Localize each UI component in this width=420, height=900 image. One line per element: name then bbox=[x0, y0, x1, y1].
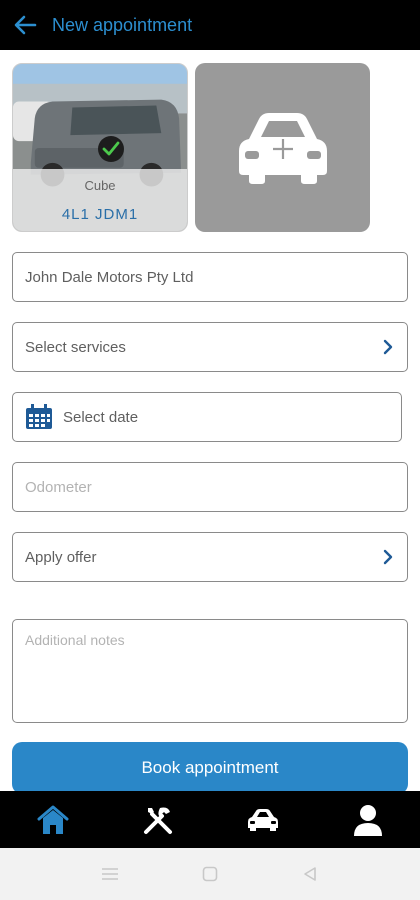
car-add-icon bbox=[238, 112, 327, 184]
system-back-button[interactable] bbox=[260, 866, 360, 882]
vehicle-plate: 4L1 JDM1 bbox=[61, 206, 139, 223]
square-icon bbox=[202, 866, 218, 882]
menu-lines-icon bbox=[102, 868, 118, 880]
system-navigation-bar bbox=[0, 848, 420, 900]
home-icon bbox=[37, 805, 68, 834]
system-menu-button[interactable] bbox=[60, 867, 160, 881]
vehicle-card[interactable]: Cube 4L1 JDM1 bbox=[12, 63, 188, 232]
select-services-label: Select services bbox=[25, 338, 126, 356]
nav-home[interactable] bbox=[0, 791, 105, 848]
select-date-field[interactable]: Select date bbox=[12, 392, 402, 442]
nav-vehicles[interactable] bbox=[210, 791, 315, 848]
additional-notes-placeholder: Additional notes bbox=[25, 632, 125, 648]
workshop-value: John Dale Motors Pty Ltd bbox=[25, 268, 194, 286]
triangle-back-icon bbox=[304, 867, 316, 881]
bottom-navigation bbox=[0, 791, 420, 848]
car-icon bbox=[247, 808, 278, 831]
system-home-button[interactable] bbox=[160, 866, 260, 882]
workshop-field[interactable]: John Dale Motors Pty Ltd bbox=[12, 252, 408, 302]
odometer-input[interactable]: Odometer bbox=[12, 462, 408, 512]
nav-profile[interactable] bbox=[315, 791, 420, 848]
calendar-icon bbox=[26, 404, 52, 429]
select-services-field[interactable]: Select services bbox=[12, 322, 408, 372]
nav-services[interactable] bbox=[105, 791, 210, 848]
apply-offer-field[interactable]: Apply offer bbox=[12, 532, 408, 582]
back-button[interactable] bbox=[0, 0, 50, 50]
book-appointment-button[interactable]: Book appointment bbox=[12, 742, 408, 794]
apply-offer-label: Apply offer bbox=[25, 548, 97, 566]
chevron-right-icon bbox=[383, 339, 393, 355]
arrow-left-icon bbox=[14, 15, 37, 35]
vehicle-model: Cube bbox=[84, 178, 116, 193]
tools-icon bbox=[143, 807, 172, 834]
additional-notes-input[interactable]: Additional notes bbox=[12, 619, 408, 723]
chevron-right-icon bbox=[383, 549, 393, 565]
page-title: New appointment bbox=[52, 14, 193, 35]
odometer-placeholder: Odometer bbox=[25, 478, 92, 496]
add-vehicle-button[interactable] bbox=[195, 63, 370, 232]
selected-check-icon bbox=[98, 136, 124, 162]
top-app-bar: New appointment bbox=[0, 0, 420, 50]
profile-icon bbox=[353, 804, 382, 836]
select-date-label: Select date bbox=[63, 408, 139, 426]
